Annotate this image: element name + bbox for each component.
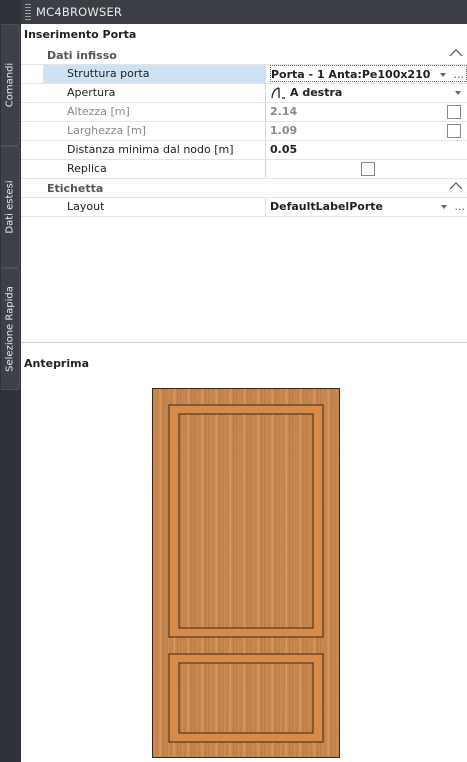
door-preview [152, 388, 340, 758]
category-etichetta[interactable]: Etichetta [21, 179, 467, 198]
property-value: 0.05 [270, 143, 298, 156]
property-value: A destra [290, 86, 343, 99]
tab-dati-estesi-label: Dati estesi [4, 180, 16, 234]
property-row-apertura[interactable]: Apertura A destra [21, 84, 467, 103]
door-opening-icon [271, 87, 285, 99]
apertura-value[interactable]: A destra [270, 84, 467, 102]
property-value: 1.09 [270, 124, 298, 137]
property-row-distanza-minima[interactable]: Distanza minima dal nodo [m] 0.05 [21, 141, 467, 160]
tab-selezione-rapida[interactable]: Selezione Rapida [1, 268, 20, 390]
tab-comandi-label: Comandi [4, 62, 16, 108]
tab-dati-estesi[interactable]: Dati estesi [1, 146, 20, 268]
property-value: DefaultLabelPorte [270, 200, 383, 213]
chevron-up-icon[interactable] [449, 179, 463, 193]
category-etichetta-label: Etichetta [47, 182, 104, 195]
property-value: Porta - 1 Anta:Pe100x210 [271, 68, 431, 81]
ellipsis-button[interactable]: ... [455, 198, 466, 216]
distanza-minima-value[interactable]: 0.05 [270, 141, 467, 159]
property-name: Larghezza [m] [43, 122, 266, 140]
property-grid: Dati infisso Struttura porta Porta - 1 A… [21, 46, 467, 217]
property-row-layout[interactable]: Layout DefaultLabelPorte ... [21, 198, 467, 217]
property-name: Struttura porta [43, 65, 266, 83]
category-dati-infisso-label: Dati infisso [47, 49, 117, 62]
altezza-value[interactable]: 2.14 [270, 103, 467, 121]
dropdown-arrow-icon[interactable] [455, 91, 461, 95]
tab-selezione-rapida-label: Selezione Rapida [4, 286, 16, 372]
dropdown-arrow-icon[interactable] [441, 205, 447, 209]
dropdown-arrow-icon[interactable] [440, 73, 446, 77]
property-name: Distanza minima dal nodo [m] [43, 141, 266, 159]
preview-title: Anteprima [24, 357, 90, 370]
larghezza-value[interactable]: 1.09 [270, 122, 467, 140]
tab-comandi[interactable]: Comandi [1, 24, 20, 146]
layout-value[interactable]: DefaultLabelPorte ... [270, 198, 467, 216]
door-preview-image [152, 388, 340, 758]
property-name: Altezza [m] [43, 103, 266, 121]
category-dati-infisso[interactable]: Dati infisso [21, 46, 467, 65]
property-row-replica[interactable]: Replica [21, 160, 467, 179]
replica-checkbox[interactable] [361, 162, 375, 176]
panel-divider [21, 342, 467, 343]
property-value: 2.14 [270, 105, 298, 118]
larghezza-checkbox[interactable] [447, 124, 461, 138]
chevron-up-icon[interactable] [449, 46, 463, 60]
drag-grip-icon[interactable] [25, 4, 31, 20]
section-title: Inserimento Porta [24, 28, 137, 41]
replica-value[interactable] [270, 160, 467, 178]
property-row-struttura-porta[interactable]: Struttura porta Porta - 1 Anta:Pe100x210… [21, 65, 467, 84]
side-tab-bar: Comandi Dati estesi Selezione Rapida [0, 0, 21, 762]
altezza-checkbox[interactable] [447, 105, 461, 119]
property-name: Replica [43, 160, 266, 178]
window-title: MC4BROWSER [36, 5, 123, 19]
properties-panel: Inserimento Porta Dati infisso Struttura… [21, 24, 467, 762]
struttura-porta-value[interactable]: Porta - 1 Anta:Pe100x210 ... [270, 65, 467, 82]
property-row-larghezza[interactable]: Larghezza [m] 1.09 [21, 122, 467, 141]
property-name: Apertura [43, 84, 266, 102]
window-titlebar[interactable]: MC4BROWSER [21, 0, 467, 24]
ellipsis-button[interactable]: ... [454, 66, 465, 84]
property-name: Layout [43, 198, 266, 216]
property-row-altezza[interactable]: Altezza [m] 2.14 [21, 103, 467, 122]
